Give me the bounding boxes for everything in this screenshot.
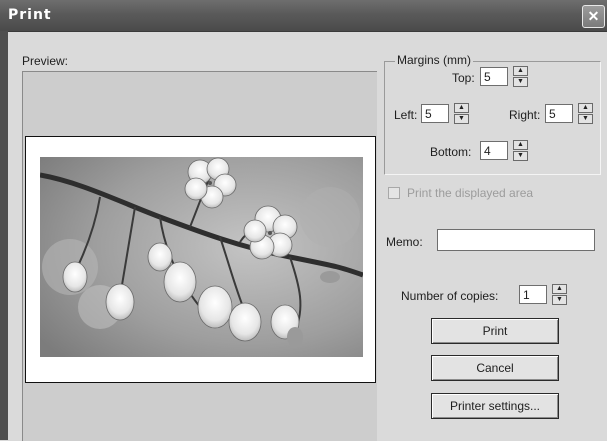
preview-page bbox=[25, 136, 376, 383]
spin-up-icon[interactable]: ▲ bbox=[578, 103, 593, 113]
spin-up-icon[interactable]: ▲ bbox=[552, 284, 567, 294]
cherry-blossom-image bbox=[40, 157, 363, 357]
spin-down-icon[interactable]: ▼ bbox=[513, 151, 528, 161]
top-margin-label: Top: bbox=[452, 71, 475, 85]
top-margin-field[interactable]: 5 bbox=[480, 67, 508, 86]
bottom-margin-spinner[interactable]: ▲ ▼ bbox=[513, 140, 528, 161]
spin-down-icon[interactable]: ▼ bbox=[578, 114, 593, 124]
right-margin-label: Right: bbox=[509, 108, 541, 122]
top-margin-spinner[interactable]: ▲ ▼ bbox=[513, 66, 528, 87]
close-icon: ✕ bbox=[587, 8, 600, 24]
memo-label: Memo: bbox=[386, 235, 423, 249]
bottom-margin-field[interactable]: 4 bbox=[480, 141, 508, 160]
copies-spinner[interactable]: ▲ ▼ bbox=[552, 284, 567, 305]
left-margin-field[interactable]: 5 bbox=[421, 104, 449, 123]
memo-input[interactable] bbox=[437, 229, 595, 251]
cancel-button[interactable]: Cancel bbox=[431, 355, 559, 381]
spin-down-icon[interactable]: ▼ bbox=[513, 77, 528, 87]
bottom-margin-label: Bottom: bbox=[430, 145, 472, 159]
spin-down-icon[interactable]: ▼ bbox=[552, 295, 567, 305]
copies-field[interactable]: 1 bbox=[519, 285, 547, 304]
preview-label: Preview: bbox=[22, 54, 69, 68]
title-bar[interactable]: Print ✕ bbox=[0, 0, 607, 32]
window-left-border bbox=[0, 31, 8, 440]
print-button[interactable]: Print bbox=[431, 318, 559, 344]
printer-settings-button[interactable]: Printer settings... bbox=[431, 393, 559, 419]
close-button[interactable]: ✕ bbox=[582, 5, 605, 28]
spin-up-icon[interactable]: ▲ bbox=[513, 66, 528, 76]
preview-photo bbox=[40, 157, 363, 357]
spin-up-icon[interactable]: ▲ bbox=[513, 140, 528, 150]
left-margin-spinner[interactable]: ▲ ▼ bbox=[454, 103, 469, 124]
print-dialog: Print ✕ Preview: Margins (mm) Top: 5 ▲ ▼… bbox=[0, 0, 607, 441]
print-displayed-area-checkbox[interactable] bbox=[388, 187, 400, 199]
spin-down-icon[interactable]: ▼ bbox=[454, 114, 469, 124]
copies-label: Number of copies: bbox=[401, 289, 499, 303]
print-displayed-area-label: Print the displayed area bbox=[407, 186, 534, 200]
left-margin-label: Left: bbox=[394, 108, 418, 122]
dialog-title: Print bbox=[8, 7, 52, 23]
right-margin-spinner[interactable]: ▲ ▼ bbox=[578, 103, 593, 124]
margins-legend: Margins (mm) bbox=[395, 53, 473, 67]
right-margin-field[interactable]: 5 bbox=[545, 104, 573, 123]
spin-up-icon[interactable]: ▲ bbox=[454, 103, 469, 113]
